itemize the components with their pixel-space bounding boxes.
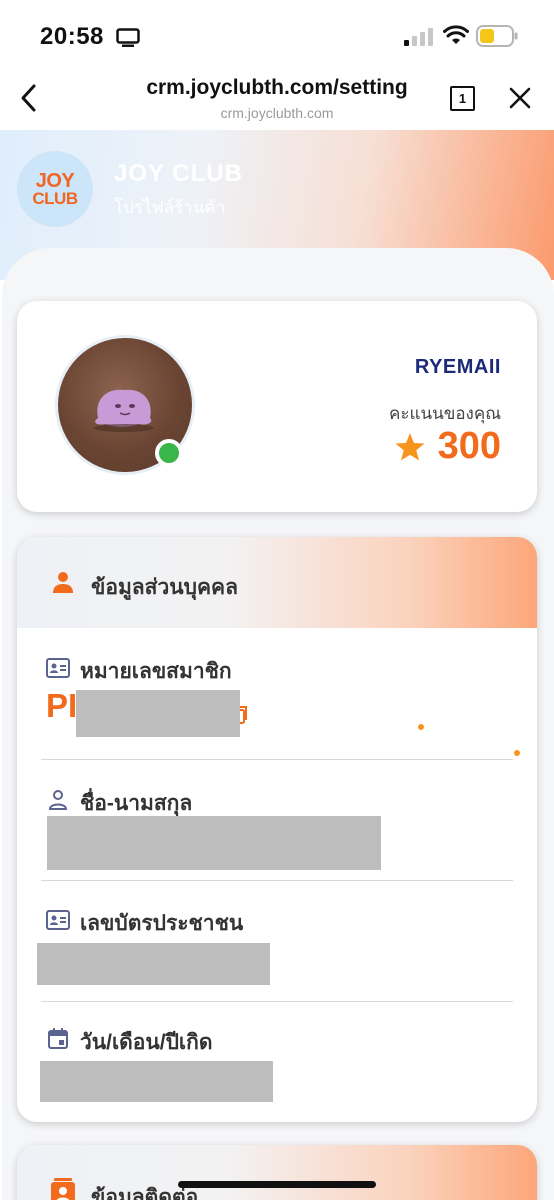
cellular-signal-icon	[404, 28, 433, 46]
status-time: 20:58	[40, 23, 104, 50]
national-id-redaction	[37, 943, 270, 985]
id-card-icon	[46, 910, 70, 930]
battery-icon	[476, 25, 518, 47]
member-number-label: หมายเลขสมาชิก	[80, 660, 232, 683]
username: RYEMAII	[414, 356, 501, 378]
person-outline-icon	[48, 790, 68, 810]
brand-name: JOY CLUB	[114, 160, 243, 187]
contact-card-icon	[51, 1178, 75, 1200]
decorative-dot	[418, 724, 424, 730]
birth-date-redaction	[40, 1061, 273, 1102]
full-name-redaction	[47, 816, 381, 870]
close-icon[interactable]	[508, 86, 532, 110]
id-card-icon	[46, 658, 70, 678]
calendar-icon	[48, 1028, 68, 1049]
personal-info-header: ข้อมูลส่วนบุคคล	[17, 537, 537, 628]
person-icon	[53, 572, 73, 593]
points-value: 300	[437, 425, 501, 467]
national-id-label: เลขบัตรประชาชน	[80, 912, 244, 935]
personal-info-card: ข้อมูลส่วนบุคคล หมายเลขสมาชิก PI ชื่อ-นา…	[17, 537, 537, 1122]
contact-info-header: ข้อมูลติดต่อ	[17, 1145, 537, 1200]
page-subtitle: โปรไฟล์ร้านค้า	[114, 198, 226, 217]
field-divider	[41, 1001, 513, 1002]
personal-info-title: ข้อมูลส่วนบุคคล	[91, 576, 238, 599]
star-icon	[395, 432, 425, 460]
browser-toolbar: crm.joyclubth.com/setting crm.joyclubth.…	[0, 70, 554, 130]
tabs-count-icon[interactable]: 1	[450, 86, 475, 111]
status-bar: 20:58	[0, 0, 554, 70]
points-label: คะแนนของคุณ	[389, 404, 501, 423]
birth-date-label: วัน/เดือน/ปีเกิด	[80, 1031, 213, 1054]
member-number-value: PI	[46, 687, 78, 724]
decorative-dot	[514, 750, 520, 756]
points-row: 300	[394, 425, 501, 468]
logo-text-top: JOY	[35, 169, 75, 192]
contact-info-card: ข้อมูลติดต่อ	[17, 1145, 537, 1200]
joy-club-logo: JOY CLUB	[17, 151, 93, 227]
field-divider	[41, 759, 513, 760]
wifi-icon	[443, 25, 469, 44]
screen-mirroring-icon	[116, 28, 140, 47]
online-status-dot	[155, 439, 183, 467]
member-number-redaction	[76, 690, 240, 737]
profile-card: RYEMAII คะแนนของคุณ 300	[17, 301, 537, 512]
home-indicator	[178, 1181, 376, 1188]
logo-text-bottom: CLUB	[32, 188, 78, 208]
field-divider	[41, 880, 513, 881]
